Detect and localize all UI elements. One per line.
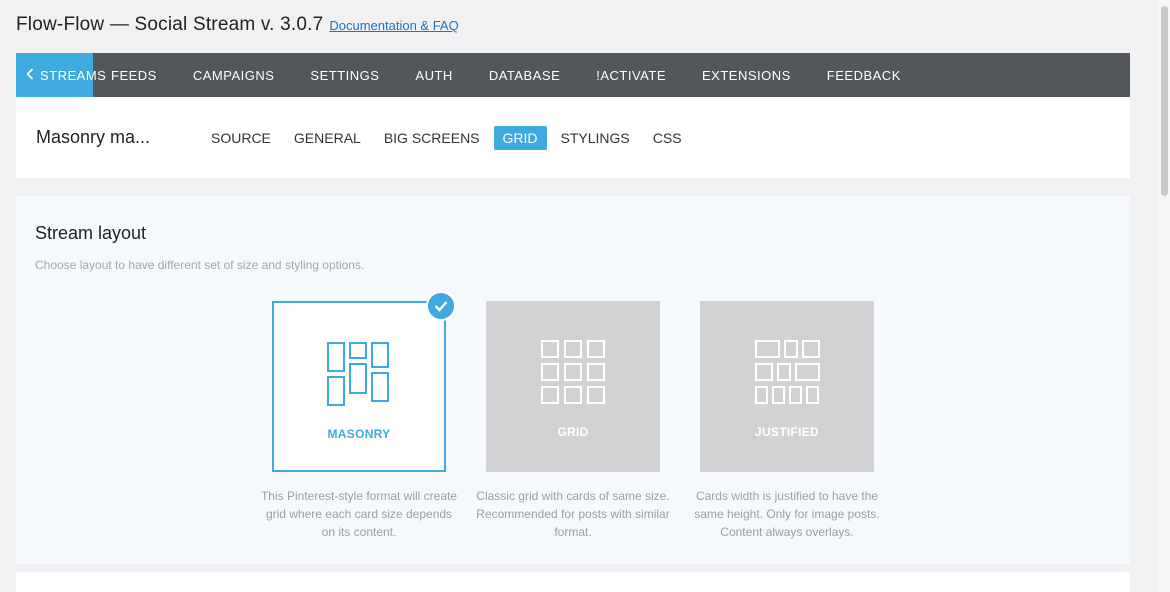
scrollbar-thumb[interactable]: [1161, 6, 1168, 196]
nav-item-settings[interactable]: SETTINGS: [292, 53, 397, 97]
stream-layout-panel: Stream layout Choose layout to have diff…: [16, 196, 1130, 564]
grid-layout-icon: [540, 339, 606, 410]
nav-item-auth[interactable]: AUTH: [397, 53, 470, 97]
tab-stylings[interactable]: STYLINGS: [552, 126, 639, 150]
scrollbar[interactable]: [1158, 0, 1170, 592]
layout-option-masonry[interactable]: MASONRY: [272, 291, 456, 472]
nav-item-feeds[interactable]: FEEDS: [93, 53, 175, 97]
tab-source[interactable]: SOURCE: [202, 126, 280, 150]
stream-name: Masonry ma...: [36, 127, 151, 147]
layout-option-justified[interactable]: JUSTIFIED: [700, 301, 874, 472]
tab-general[interactable]: GENERAL: [285, 126, 370, 150]
nav-item-extensions[interactable]: EXTENSIONS: [684, 53, 809, 97]
nav-item-feedback[interactable]: FEEDBACK: [809, 53, 919, 97]
next-section: [16, 572, 1130, 592]
stream-tabs: SOURCE GENERAL BIG SCREENS GRID STYLINGS…: [202, 125, 696, 150]
check-icon: [426, 291, 456, 321]
layout-option-label: GRID: [557, 425, 589, 439]
main-nav: STREAMS FEEDS CAMPAIGNS SETTINGS AUTH DA…: [16, 53, 1130, 97]
nav-item-campaigns[interactable]: CAMPAIGNS: [175, 53, 293, 97]
tab-css[interactable]: CSS: [644, 126, 691, 150]
section-title: Stream layout: [35, 223, 147, 243]
page-title: Flow-Flow — Social Stream v. 3.0.7: [16, 14, 324, 35]
stream-subbar: Masonry ma... SOURCE GENERAL BIG SCREENS…: [16, 97, 1130, 178]
layout-option-description: Classic grid with cards of same size. Re…: [476, 489, 670, 539]
section-description: Choose layout to have different set of s…: [35, 258, 365, 272]
nav-item-activate[interactable]: !ACTIVATE: [578, 53, 684, 97]
page-header: Flow-Flow — Social Stream v. 3.0.7 Docum…: [16, 14, 459, 40]
layout-option-description: Cards width is justified to have the sam…: [694, 489, 880, 539]
layout-option-grid[interactable]: GRID: [486, 301, 660, 472]
chevron-left-icon: [26, 68, 34, 82]
layout-option-description: This Pinterest-style format will create …: [260, 489, 458, 539]
documentation-link[interactable]: Documentation & FAQ: [329, 18, 458, 33]
nav-item-database[interactable]: DATABASE: [471, 53, 578, 97]
layout-option-label: MASONRY: [327, 427, 391, 441]
masonry-layout-icon: [326, 341, 392, 412]
layout-option-label: JUSTIFIED: [754, 425, 820, 439]
justified-layout-icon: [754, 339, 820, 410]
nav-item-streams[interactable]: STREAMS: [16, 53, 106, 97]
tab-big-screens[interactable]: BIG SCREENS: [375, 126, 489, 150]
tab-grid[interactable]: GRID: [493, 125, 547, 150]
